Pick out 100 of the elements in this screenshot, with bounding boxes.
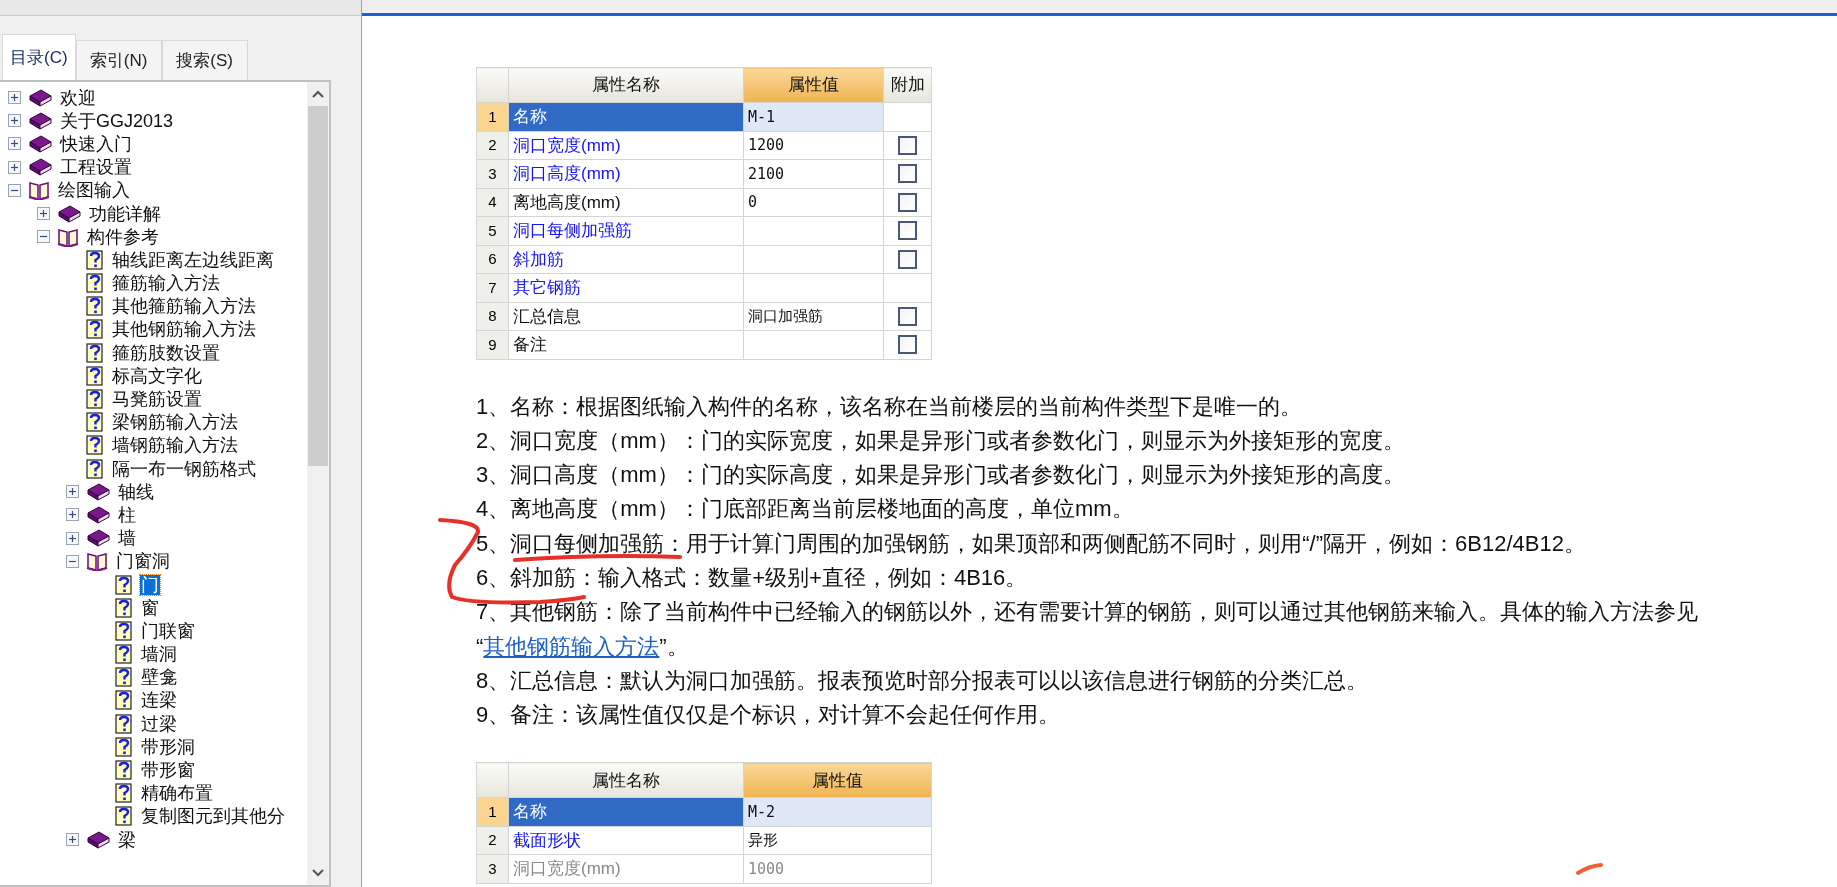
row-number: 3 [476,854,509,884]
tree-item[interactable]: 其他钢筋输入方法 [111,319,257,340]
help-page-icon [86,365,104,386]
property-value: 洞口加强筋 [743,302,884,331]
help-page-icon [115,620,133,641]
tab[interactable]: 索引(N) [75,40,162,80]
property-name: 汇总信息 [508,302,744,331]
tree-item[interactable]: 工程设置 [59,157,133,178]
expand-toggle[interactable] [37,207,50,221]
collapse-toggle[interactable] [66,554,79,568]
tree-item[interactable]: 隔一布一钢筋格式 [111,458,257,479]
tree-item[interactable]: 窗 [140,597,160,618]
row-number: 2 [476,826,509,855]
tree-item[interactable]: 壁龛 [140,667,178,688]
note-paragraph: 1、名称：根据图纸输入构件的名称，该名称在当前楼层的当前构件类型下是唯一的。 [476,392,1304,421]
help-page-icon [86,296,104,317]
tree-item[interactable]: 马凳筋设置 [111,389,203,410]
column-header: 属性值 [743,762,932,798]
tree-item[interactable]: 连梁 [140,690,178,711]
tree-item[interactable]: 欢迎 [59,87,97,108]
tree-item[interactable]: 门联窗 [140,620,196,641]
checkbox[interactable] [898,306,917,326]
link[interactable]: 其他钢筋输入方法 [483,633,660,659]
tree-item[interactable]: 门窗洞 [115,551,171,572]
checkbox[interactable] [898,164,917,184]
note-paragraph: 8、汇总信息：默认为洞口加强筋。报表预览时部分报表可以以该信息进行钢筋的分类汇总。 [476,666,1370,695]
property-name: 洞口宽度(mm) [508,131,744,160]
checkbox[interactable] [898,135,917,155]
tree-item[interactable]: 墙 [117,528,137,549]
help-page-icon [115,644,133,665]
tree-item[interactable]: 梁钢筋输入方法 [111,412,239,433]
help-page-icon [115,760,133,781]
note-paragraph: 2、洞口宽度（mm）：门的实际宽度，如果是异形门或者参数化门，则显示为外接矩形的宽度。 [476,426,1406,455]
help-page-icon [115,597,133,618]
tree-item[interactable]: 过梁 [140,713,178,734]
tab[interactable]: 目录(C) [2,34,76,80]
row-number: 8 [476,302,509,331]
tree-item[interactable]: 绘图输入 [57,180,131,201]
property-value: 1000 [743,854,932,884]
property-name: 备注 [508,330,744,359]
property-name: 离地高度(mm) [508,188,744,217]
expand-toggle[interactable] [8,91,21,105]
tree-item[interactable]: 带形窗 [140,760,196,781]
column-header: 属性名称 [508,762,744,798]
tree-item[interactable]: 标高文字化 [111,365,203,386]
checkbox[interactable] [898,221,917,241]
tree-item[interactable]: 其他箍筋输入方法 [111,296,257,317]
expand-toggle[interactable] [8,160,21,174]
scrollbar-thumb[interactable] [308,106,328,466]
expand-toggle[interactable] [8,114,21,128]
property-value: 0 [743,188,884,217]
tree-item[interactable]: 快速入门 [59,133,133,154]
column-header: 属性名称 [508,67,744,103]
annotation-mark [1575,862,1605,876]
closed-book-icon [28,87,52,108]
help-page-icon [86,412,104,433]
tree-item[interactable]: 墙洞 [140,644,178,665]
tree-item[interactable]: 带形洞 [140,736,196,757]
expand-toggle[interactable] [8,137,21,151]
help-page-icon [115,783,133,804]
tree-item[interactable]: 门 [140,574,160,595]
closed-book-icon [57,203,81,224]
property-name: 洞口每侧加强筋 [508,216,744,245]
checkbox[interactable] [898,335,917,355]
tree-item[interactable]: 箍筋输入方法 [111,273,221,294]
tree-item[interactable]: 复制图元到其他分 [140,806,286,827]
help-page-icon [86,249,104,270]
property-name: 洞口高度(mm) [508,159,744,188]
tree-item[interactable]: 箍筋肢数设置 [111,342,221,363]
tree-item[interactable]: 功能详解 [88,203,162,224]
tree-item[interactable]: 墙钢筋输入方法 [111,435,239,456]
collapse-toggle[interactable] [8,183,21,197]
corner-cell [476,762,509,798]
closed-book-icon [86,829,110,850]
help-page-icon [115,713,133,734]
tree-item[interactable]: 关于GGJ2013 [59,110,175,131]
checkbox[interactable] [898,249,917,269]
tree-item[interactable]: 柱 [117,504,137,525]
checkbox[interactable] [898,192,917,212]
tree-item[interactable]: 精确布置 [140,783,214,804]
expand-toggle[interactable] [66,485,79,499]
tree-item[interactable]: 轴线距离左边线距离 [111,249,275,270]
expand-toggle[interactable] [66,531,79,545]
property-name: 名称 [508,102,744,131]
property-value: M-2 [743,797,932,827]
scrollbar[interactable] [307,82,329,885]
tree-item[interactable]: 构件参考 [86,226,160,247]
expand-toggle[interactable] [66,508,79,522]
tab[interactable]: 搜索(S) [161,40,248,80]
property-value: 1200 [743,131,884,160]
expand-toggle[interactable] [66,833,79,847]
tree-item[interactable]: 轴线 [117,481,155,502]
help-page-icon [115,690,133,711]
row-number: 9 [476,330,509,359]
collapse-toggle[interactable] [37,230,50,244]
tree-item[interactable]: 梁 [117,829,137,850]
note-paragraph: 3、洞口高度（mm）：门的实际高度，如果是异形门或者参数化门，则显示为外接矩形的高度。 [476,461,1406,490]
row-number: 7 [476,273,509,302]
help-page-icon [115,736,133,757]
row-number: 5 [476,216,509,245]
